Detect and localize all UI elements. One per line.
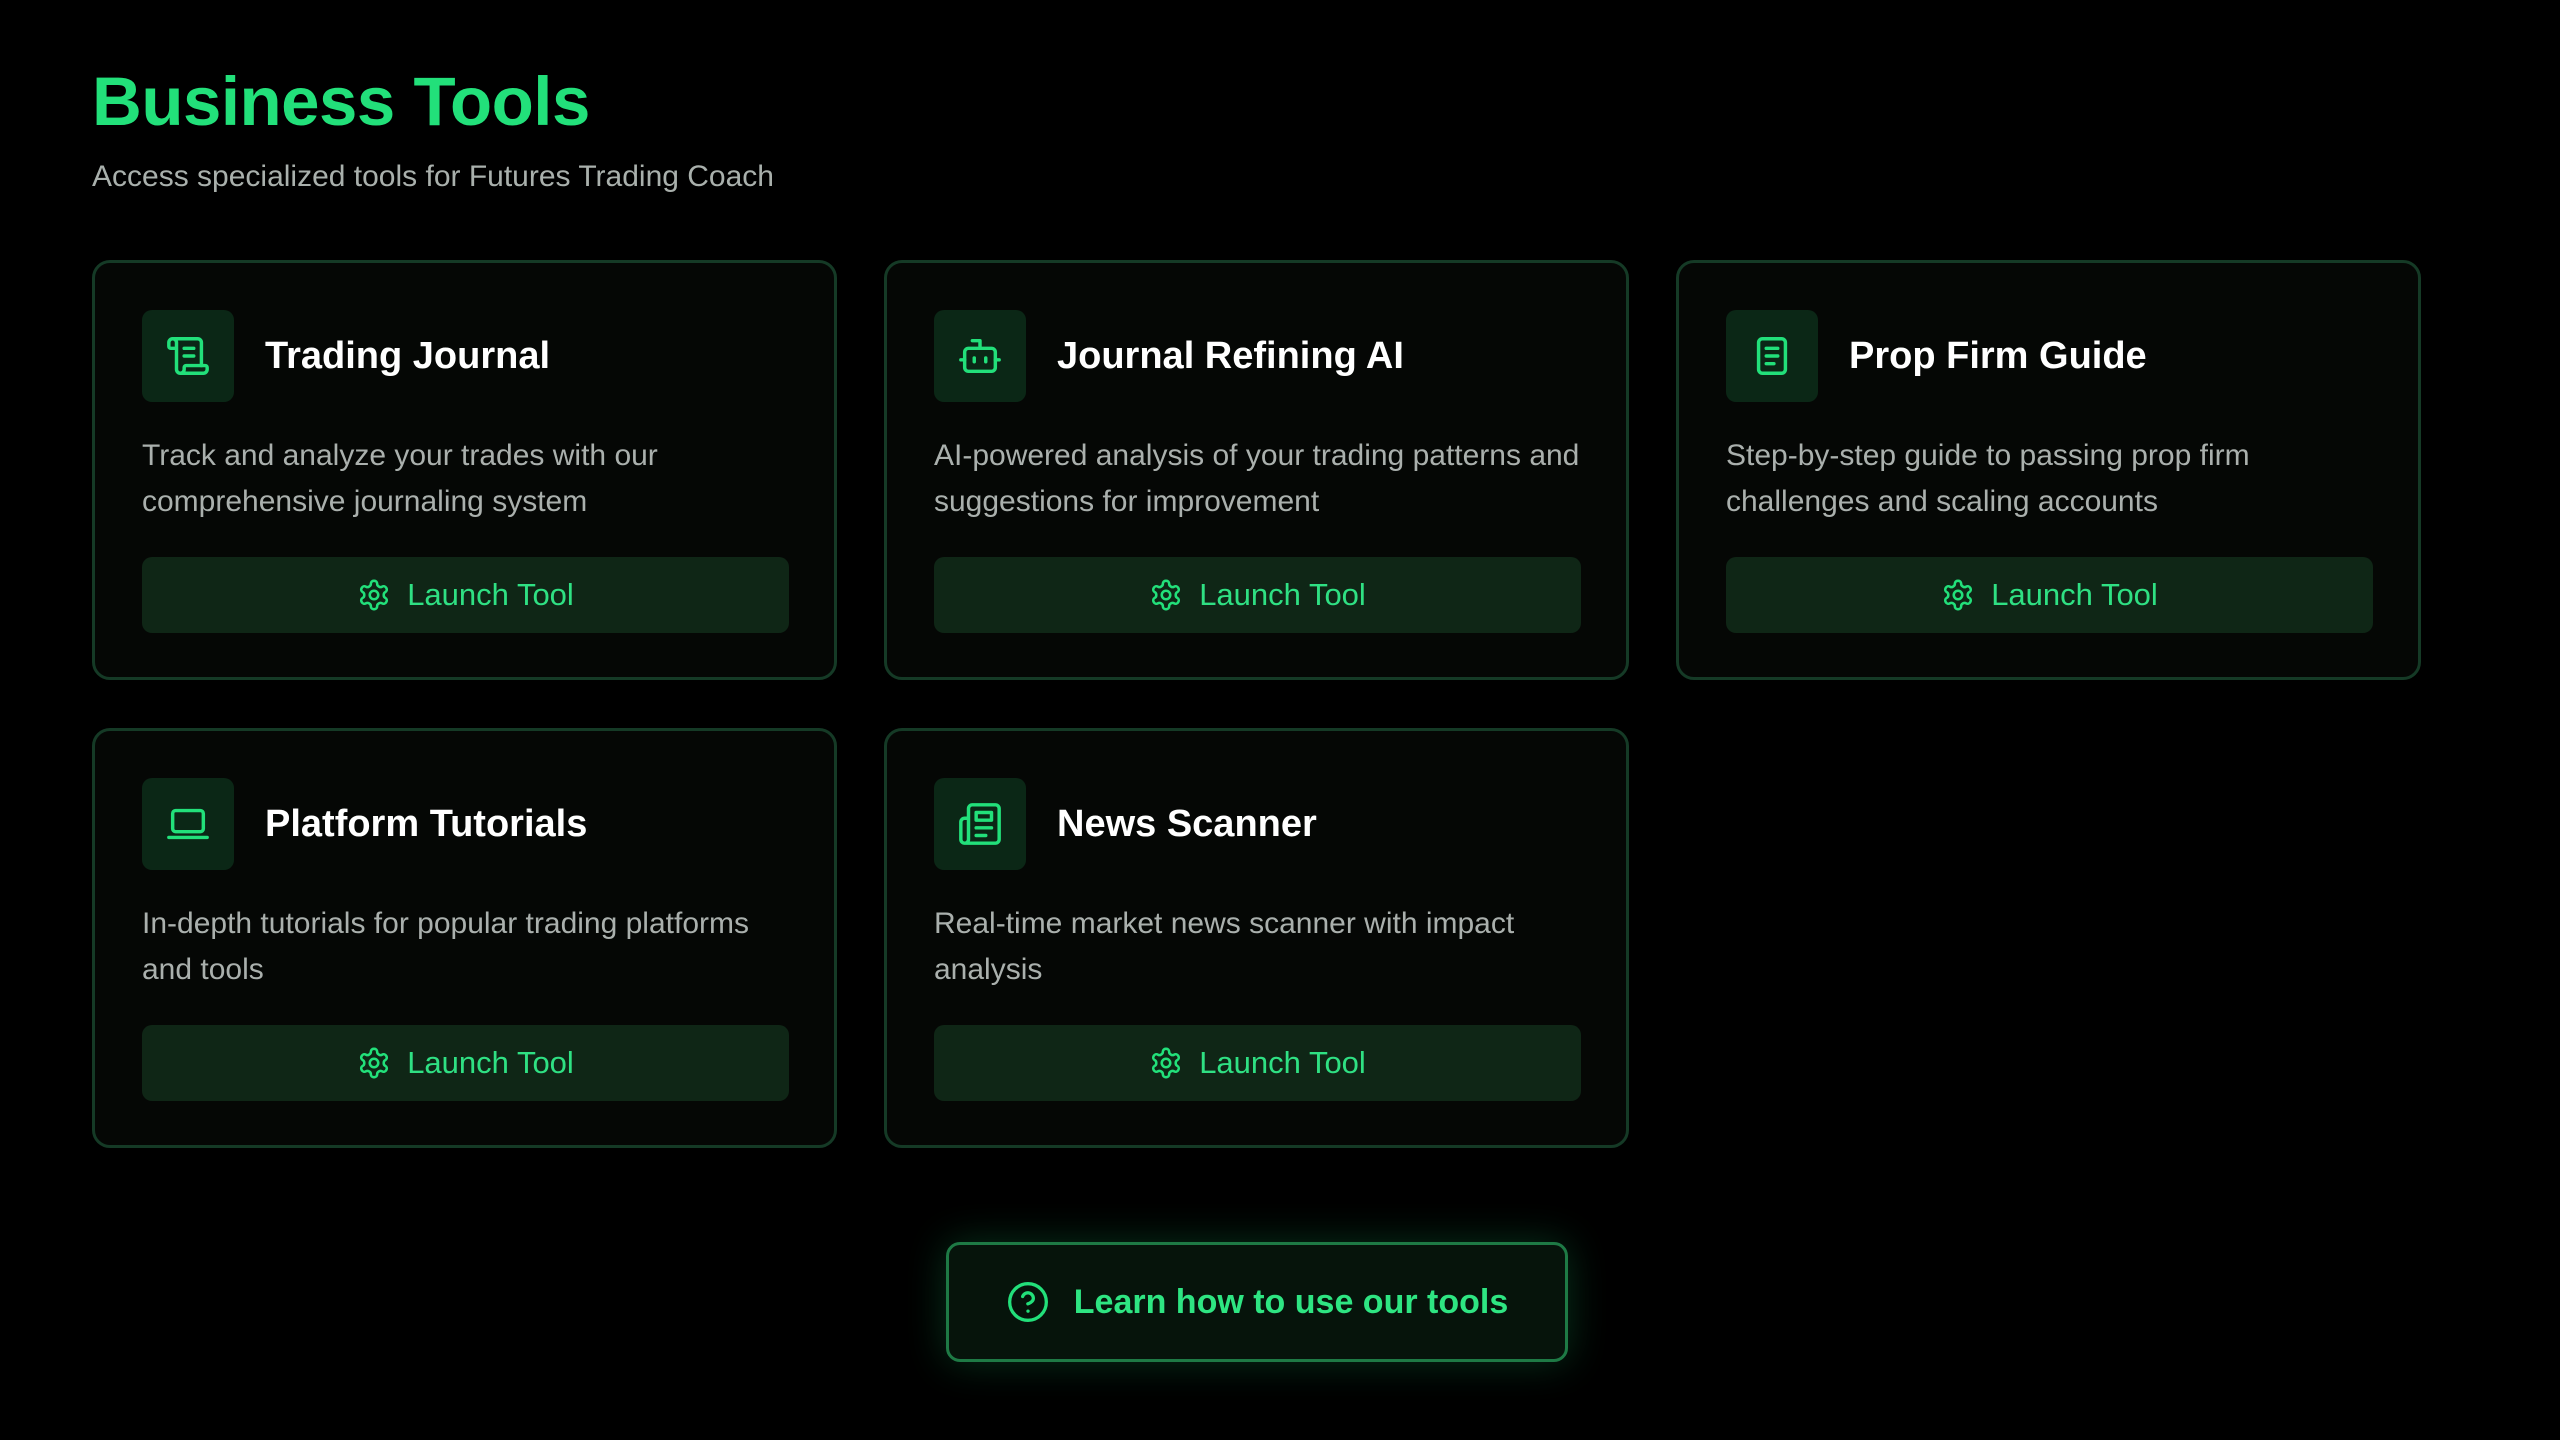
tool-card-description: Real-time market news scanner with impac… bbox=[934, 907, 1515, 986]
help-circle-icon bbox=[1007, 1282, 1048, 1322]
gear-icon bbox=[1944, 579, 1973, 611]
launch-tool-button-journal-refining-ai[interactable]: Launch Tool bbox=[934, 557, 1581, 633]
learn-how-to-use-tools-label: Learn how to use our tools bbox=[1073, 1283, 1509, 1321]
tool-card-trading-journal: Trading Journal Track and analyze your t… bbox=[92, 260, 837, 680]
newspaper-icon bbox=[934, 778, 1026, 870]
tool-card-description: Step-by-step guide to passing prop firm … bbox=[1726, 439, 2250, 518]
launch-tool-button-news-scanner[interactable]: Launch Tool bbox=[934, 1025, 1581, 1101]
bot-icon bbox=[934, 310, 1026, 402]
launch-tool-label: Launch Tool bbox=[1199, 577, 1366, 612]
launch-tool-button-trading-journal[interactable]: Launch Tool bbox=[142, 557, 789, 633]
launch-tool-label: Launch Tool bbox=[407, 1045, 574, 1080]
launch-tool-label: Launch Tool bbox=[407, 577, 574, 612]
gear-icon bbox=[360, 579, 389, 611]
tool-card-title: Journal Refining AI bbox=[1057, 335, 1404, 377]
tool-card-title: Prop Firm Guide bbox=[1849, 335, 2147, 377]
tool-card-title: Trading Journal bbox=[265, 335, 551, 377]
launch-tool-button-platform-tutorials[interactable]: Launch Tool bbox=[142, 1025, 789, 1101]
tool-card-journal-refining-ai: Journal Refining AI AI-powered analysis … bbox=[884, 260, 1629, 680]
tool-card-description: Track and analyze your trades with our c… bbox=[142, 439, 658, 518]
gear-icon bbox=[1152, 579, 1181, 611]
tool-card-news-scanner: News Scanner Real-time market news scann… bbox=[884, 728, 1629, 1148]
tool-card-description: In-depth tutorials for popular trading p… bbox=[142, 907, 749, 986]
tool-card-title: News Scanner bbox=[1057, 803, 1317, 845]
business-tools-page: Business Tools Access specialized tools … bbox=[0, 0, 2560, 1440]
launch-tool-label: Launch Tool bbox=[1199, 1045, 1366, 1080]
gear-icon bbox=[1152, 1047, 1181, 1079]
tool-card-prop-firm-guide: Prop Firm Guide Step-by-step guide to pa… bbox=[1676, 260, 2421, 680]
launch-tool-button-prop-firm-guide[interactable]: Launch Tool bbox=[1726, 557, 2373, 633]
launch-tool-label: Launch Tool bbox=[1991, 577, 2158, 612]
page-title: Business Tools bbox=[92, 63, 590, 140]
tool-card-description: AI-powered analysis of your trading patt… bbox=[934, 439, 1580, 518]
scroll-icon bbox=[142, 310, 234, 402]
laptop-icon bbox=[142, 778, 234, 870]
book-icon bbox=[1726, 310, 1818, 402]
tool-card-platform-tutorials: Platform Tutorials In-depth tutorials fo… bbox=[92, 728, 837, 1148]
gear-icon bbox=[360, 1047, 389, 1079]
tool-card-title: Platform Tutorials bbox=[265, 803, 588, 845]
page-subtitle: Access specialized tools for Futures Tra… bbox=[92, 160, 774, 193]
learn-how-to-use-tools-button[interactable]: Learn how to use our tools bbox=[946, 1242, 1568, 1362]
